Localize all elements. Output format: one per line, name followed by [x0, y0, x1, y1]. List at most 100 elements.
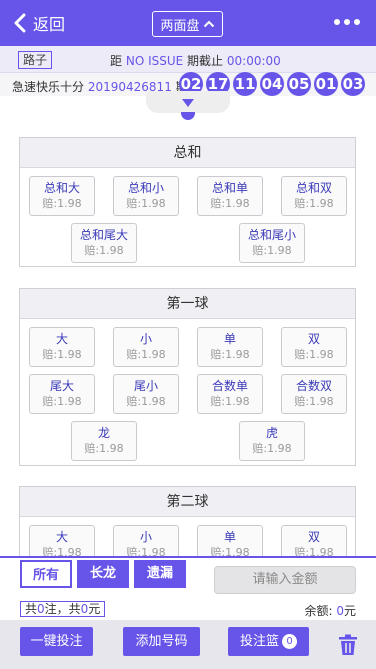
bet-option[interactable]: 双赔:1.98 — [281, 327, 347, 367]
chevron-left-icon — [14, 13, 26, 33]
balance-value: 0 — [336, 604, 344, 618]
summary-row: 共0注，共0元 余额: 0元 — [0, 598, 376, 620]
bet-basket-label: 投注篮 — [239, 634, 279, 649]
bet-option-odds: 赔:1.98 — [42, 197, 82, 210]
bet-option-odds: 赔:1.98 — [294, 395, 334, 408]
draw-ball: 03 — [341, 72, 365, 96]
add-number-button[interactable]: 添加号码 — [123, 627, 200, 656]
bet-option[interactable]: 大赔:1.98 — [29, 327, 95, 367]
balance-label: 余额: — [304, 604, 333, 618]
bet-option[interactable]: 大赔:1.98 — [29, 525, 95, 557]
bet-option-name: 小 — [139, 332, 152, 346]
betting-content: 总和 总和大 赔:1.98 总和小 赔:1.98 总和单 赔:1.98 总和双 赔:1.98 总和… — [0, 113, 376, 557]
bet-option[interactable]: 小赔:1.98 — [113, 525, 179, 557]
more-menu-icon[interactable] — [334, 19, 360, 25]
section-sum: 总和 总和大 赔:1.98 总和小 赔:1.98 总和单 赔:1.98 总和双 赔:1.98 总和… — [19, 137, 356, 267]
bet-option[interactable]: 单赔:1.98 — [197, 525, 263, 557]
bets-unit: 注，共 — [44, 602, 81, 616]
play-mode-label: 两面盘 — [160, 18, 200, 34]
bet-option-name: 合数双 — [295, 379, 332, 393]
action-toolbar: 一键投注 添加号码 投注篮 0 — [0, 620, 376, 669]
trash-icon[interactable] — [338, 634, 358, 656]
top-bar: 返回 两面盘 — [0, 0, 376, 46]
bet-option-name: 总和单 — [211, 181, 248, 195]
quick-bet-button[interactable]: 一键投注 — [20, 627, 93, 656]
bet-option[interactable]: 总和尾小赔:1.98 — [239, 223, 305, 263]
section-title: 第二球 — [20, 487, 355, 517]
back-label: 返回 — [33, 15, 66, 34]
play-mode-selector[interactable]: 两面盘 — [152, 11, 223, 37]
deadline-row: 路子 距 NO ISSUE 期截止 00:00:00 — [0, 46, 376, 73]
bet-option-name: 小 — [139, 530, 152, 544]
bet-option-odds: 赔:1.98 — [210, 348, 250, 361]
bet-option-name: 尾小 — [133, 379, 158, 393]
bet-option[interactable]: 单赔:1.98 — [197, 327, 263, 367]
deadline-prefix: 距 — [110, 54, 123, 68]
bet-option-name: 总和尾小 — [247, 228, 296, 242]
bet-option[interactable]: 合数双赔:1.98 — [281, 374, 347, 414]
section-title: 第一球 — [20, 289, 355, 319]
bet-count-value: 0 — [37, 602, 45, 616]
tab-all[interactable]: 所有 — [20, 560, 72, 588]
bet-option-name: 龙 — [97, 426, 110, 440]
bet-option[interactable]: 虎赔:1.98 — [239, 421, 305, 461]
bet-option-odds: 赔:1.98 — [126, 197, 166, 210]
bet-option[interactable]: 总和大赔:1.98 — [29, 176, 95, 216]
bet-summary: 共0注，共0元 — [20, 601, 106, 617]
countdown: 00:00:00 — [226, 54, 281, 68]
bet-option-name: 双 — [307, 332, 320, 346]
bet-option-name: 双 — [307, 530, 320, 544]
bet-option-odds: 赔:1.98 — [210, 197, 250, 210]
bet-option[interactable]: 双赔:1.98 — [281, 525, 347, 557]
history-toggle[interactable] — [146, 91, 230, 113]
bet-option-name: 总和双 — [295, 181, 332, 195]
draw-ball: 04 — [260, 72, 284, 96]
issue-status: NO ISSUE — [125, 54, 184, 68]
section-ball-2: 第二球大赔:1.98 小赔:1.98 单赔:1.98 双赔:1.98 — [19, 486, 356, 557]
bet-option-odds: 赔:1.98 — [126, 348, 166, 361]
bet-option-odds: 赔:1.98 — [42, 395, 82, 408]
bet-option-odds: 赔:1.98 — [294, 348, 334, 361]
bet-option[interactable]: 尾大赔:1.98 — [29, 374, 95, 414]
amount-input[interactable]: 请输入金额 — [214, 566, 356, 594]
bet-option-name: 大 — [55, 530, 68, 544]
section-title: 总和 — [20, 138, 355, 168]
balance-unit: 元 — [343, 604, 356, 618]
basket-count-badge: 0 — [282, 634, 297, 649]
bet-option-odds: 赔:1.98 — [294, 197, 334, 210]
tab-long-dragon[interactable]: 长龙 — [77, 560, 129, 588]
bet-option[interactable]: 龙赔:1.98 — [71, 421, 137, 461]
summary-prefix: 共 — [25, 602, 38, 616]
bet-option-odds: 赔:1.98 — [84, 244, 124, 257]
trend-button[interactable]: 路子 — [18, 51, 53, 69]
chevron-up-icon — [203, 20, 214, 28]
bet-option[interactable]: 总和单赔:1.98 — [197, 176, 263, 216]
bet-option-odds: 赔:1.98 — [126, 395, 166, 408]
bet-option[interactable]: 总和尾大赔:1.98 — [71, 223, 137, 263]
bet-option[interactable]: 总和小 赔:1.98 — [113, 176, 179, 216]
back-button[interactable]: 返回 — [12, 0, 65, 46]
amount-unit: 元 — [88, 602, 101, 616]
draw-ball: 05 — [287, 72, 311, 96]
bet-option-name: 尾大 — [49, 379, 74, 393]
draw-ball: 01 — [314, 72, 338, 96]
chevron-down-icon — [182, 99, 194, 107]
tab-missing[interactable]: 遗漏 — [134, 560, 186, 588]
bet-option-name: 总和大 — [43, 181, 80, 195]
bet-option[interactable]: 总和双赔:1.98 — [281, 176, 347, 216]
deadline-suffix: 期截止 — [187, 54, 224, 68]
bet-option-odds: 赔:1.98 — [252, 244, 292, 257]
section-ball-1: 第一球大赔:1.98 小赔:1.98 单赔:1.98 双赔:1.98 尾大 赔:1.98 尾… — [19, 288, 356, 466]
game-name: 急速快乐十分 — [12, 80, 85, 94]
draw-ball: 11 — [233, 72, 257, 96]
bet-option[interactable]: 小赔:1.98 — [113, 327, 179, 367]
bet-option-odds: 赔:1.98 — [210, 395, 250, 408]
bet-option-odds: 赔:1.98 — [84, 442, 124, 455]
bet-option-name: 单 — [223, 332, 236, 346]
bet-option-name: 大 — [55, 332, 68, 346]
bet-option[interactable]: 合数单 赔:1.98 — [197, 374, 263, 414]
bet-basket-button[interactable]: 投注篮 0 — [228, 627, 309, 656]
bet-option-name: 总和尾大 — [79, 228, 128, 242]
bet-option-odds: 赔:1.98 — [252, 442, 292, 455]
bet-option[interactable]: 尾小赔:1.98 — [113, 374, 179, 414]
